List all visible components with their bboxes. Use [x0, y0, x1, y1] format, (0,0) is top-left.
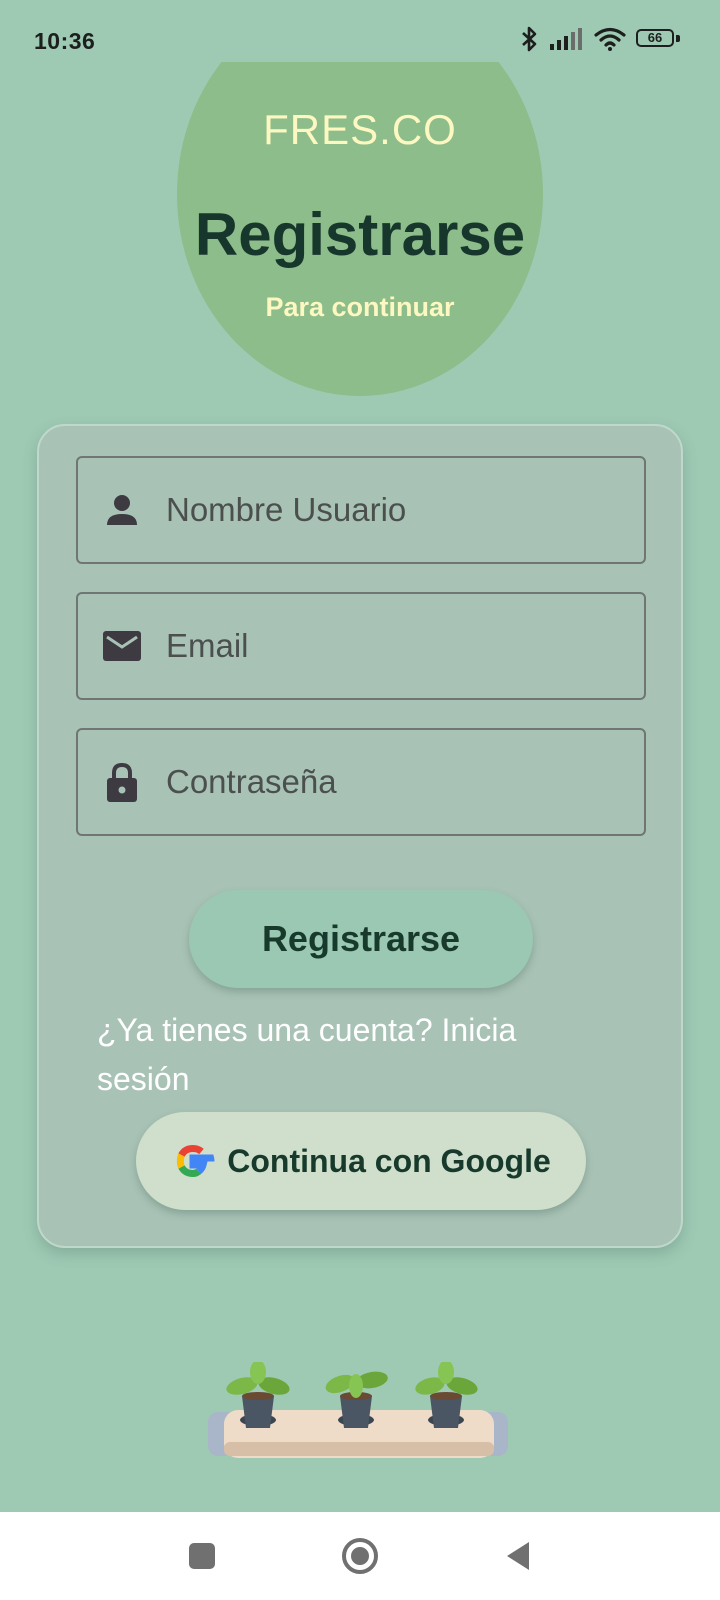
google-icon	[177, 1144, 215, 1178]
home-button[interactable]	[338, 1534, 382, 1578]
status-time: 10:36	[34, 28, 96, 54]
login-link[interactable]: ¿Ya tienes una cuenta? Inicia sesión	[97, 1006, 567, 1104]
navigation-bar	[0, 1512, 720, 1600]
password-field[interactable]	[76, 728, 646, 836]
google-button-label: Continua con Google	[227, 1142, 551, 1179]
person-icon	[102, 490, 142, 530]
brand-name: FRES.CO	[263, 106, 457, 153]
mail-icon	[102, 626, 142, 666]
username-field[interactable]	[76, 456, 646, 564]
recents-button[interactable]	[180, 1534, 224, 1578]
plants-illustration	[208, 1362, 508, 1458]
email-input[interactable]	[164, 626, 628, 666]
battery-icon: 66	[636, 29, 680, 49]
register-card: Registrarse ¿Ya tienes una cuenta? Inici…	[37, 424, 683, 1248]
back-icon	[507, 1542, 529, 1570]
password-input[interactable]	[164, 762, 628, 802]
back-button[interactable]	[496, 1534, 540, 1578]
page-subtitle: Para continuar	[265, 292, 455, 322]
battery-level: 66	[647, 30, 663, 45]
google-signin-button[interactable]: Continua con Google	[136, 1112, 586, 1210]
signal-icon	[550, 28, 582, 50]
status-icons: 66	[518, 26, 680, 52]
lock-icon	[102, 762, 142, 802]
email-field[interactable]	[76, 592, 646, 700]
bluetooth-icon	[522, 26, 537, 52]
wifi-icon	[594, 27, 626, 51]
username-input[interactable]	[164, 490, 628, 530]
page-title: Registrarse	[194, 201, 526, 268]
recents-icon	[189, 1543, 215, 1569]
home-icon	[342, 1538, 378, 1574]
register-button[interactable]: Registrarse	[189, 890, 533, 988]
